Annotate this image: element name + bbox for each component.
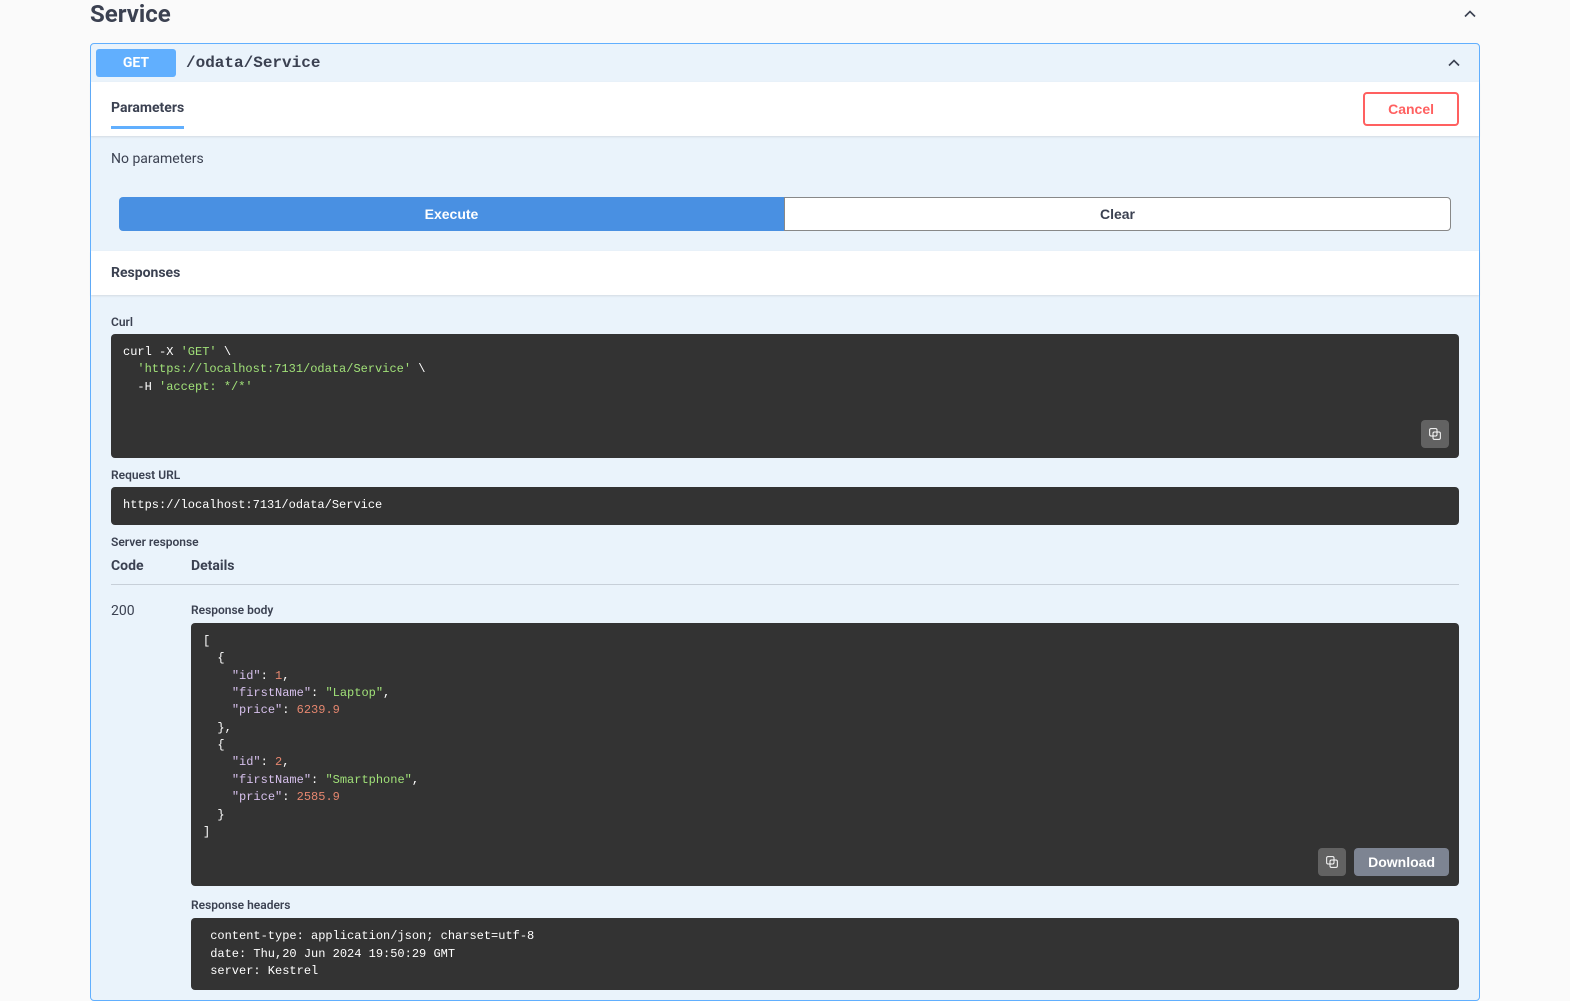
copy-response-button[interactable] [1318, 848, 1346, 876]
status-code: 200 [111, 603, 191, 991]
endpoint-path: /odata/Service [186, 54, 320, 72]
operation-summary[interactable]: GET /odata/Service [91, 44, 1479, 82]
response-row: 200 Response body [ { "id": 1, "firstNam… [111, 585, 1459, 991]
clear-button[interactable]: Clear [784, 197, 1451, 231]
download-button[interactable]: Download [1354, 848, 1449, 876]
cancel-button[interactable]: Cancel [1363, 92, 1459, 126]
request-url-label: Request URL [111, 468, 1459, 482]
execute-button[interactable]: Execute [119, 197, 784, 231]
operation-collapse-chevron-icon[interactable] [1444, 53, 1464, 73]
http-method-badge: GET [96, 49, 176, 77]
tab-parameters[interactable]: Parameters [111, 100, 184, 129]
server-response-label: Server response [111, 535, 1459, 549]
response-table-header: Code Details [111, 554, 1459, 585]
curl-code-block: curl -X 'GET' \ 'https://localhost:7131/… [111, 334, 1459, 458]
response-headers-label: Response headers [191, 898, 1459, 912]
no-parameters-text: No parameters [111, 151, 1459, 167]
curl-label: Curl [111, 315, 1459, 329]
copy-curl-button[interactable] [1421, 420, 1449, 448]
response-body-label: Response body [191, 603, 1459, 617]
section-title: Service [90, 0, 171, 28]
details-column-header: Details [191, 558, 235, 574]
response-body-block: [ { "id": 1, "firstName": "Laptop", "pri… [191, 623, 1459, 886]
responses-section-header: Responses [91, 251, 1479, 295]
section-collapse-chevron-icon[interactable] [1460, 4, 1480, 24]
request-url-block: https://localhost:7131/odata/Service [111, 487, 1459, 524]
parameters-header: Parameters Cancel [91, 82, 1479, 136]
code-column-header: Code [111, 558, 191, 574]
operation-block: GET /odata/Service Parameters Cancel No … [90, 43, 1480, 1001]
response-headers-block: content-type: application/json; charset=… [191, 918, 1459, 990]
